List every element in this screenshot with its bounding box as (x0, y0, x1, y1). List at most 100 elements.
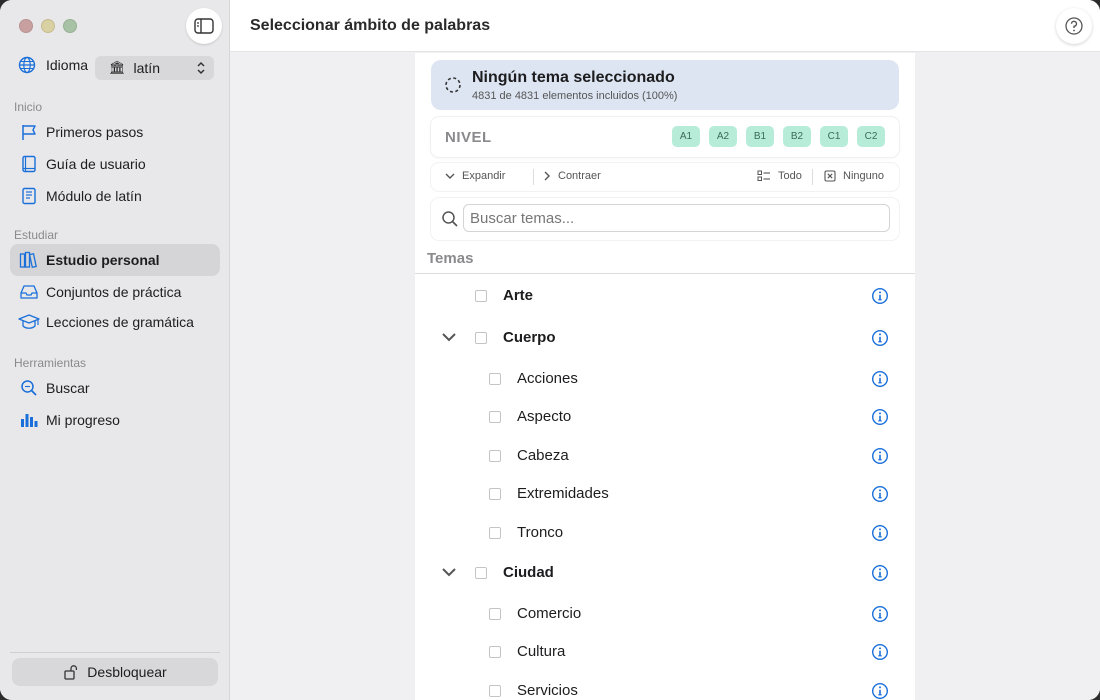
select-none-button[interactable]: Ninguno (824, 170, 884, 182)
zoom-window-button[interactable] (63, 19, 77, 33)
sidebar-item-primeros-pasos[interactable]: Primeros pasos (10, 116, 220, 148)
info-button[interactable] (871, 682, 889, 700)
sidebar-item-conjuntos-de-practica[interactable]: Conjuntos de práctica (10, 276, 220, 308)
level-badges: A1 A2 B1 B2 C1 C2 (672, 126, 885, 147)
info-icon (871, 682, 889, 700)
topic-label: Comercio (517, 605, 582, 622)
info-button[interactable] (871, 447, 889, 465)
info-icon (871, 485, 889, 503)
topic-row-extremidades[interactable]: Extremidades (415, 475, 915, 513)
sidebar-item-estudio-personal[interactable]: Estudio personal (10, 244, 220, 276)
level-badge-c1[interactable]: C1 (820, 126, 848, 147)
language-label: Idioma (46, 57, 89, 73)
sidebar-item-label: Módulo de latín (46, 188, 142, 204)
section-label-herramientas: Herramientas (14, 356, 87, 370)
sidebar-item-label: Buscar (46, 380, 90, 396)
level-badge-b1[interactable]: B1 (746, 126, 774, 147)
level-badge-b2[interactable]: B2 (783, 126, 811, 147)
info-button[interactable] (871, 408, 889, 426)
topic-checkbox[interactable] (489, 411, 501, 423)
topic-checkbox[interactable] (489, 373, 501, 385)
info-button[interactable] (871, 564, 889, 582)
topic-checkbox[interactable] (489, 646, 501, 658)
topic-row-comercio[interactable]: Comercio (415, 595, 915, 633)
info-icon (871, 564, 889, 582)
topic-checkbox[interactable] (489, 527, 501, 539)
sidebar-item-label: Guía de usuario (46, 156, 146, 172)
sidebar-item-modulo-de-latin[interactable]: Módulo de latín (10, 180, 220, 212)
topic-label: Tronco (517, 524, 564, 541)
level-badge-a2[interactable]: A2 (709, 126, 737, 147)
info-button[interactable] (871, 287, 889, 305)
sidebar-toggle-button[interactable] (186, 8, 222, 44)
level-badge-c2[interactable]: C2 (857, 126, 885, 147)
topic-row-aspecto[interactable]: Aspecto (415, 398, 915, 436)
info-button[interactable] (871, 485, 889, 503)
status-title: Ningún tema seleccionado (472, 69, 675, 86)
topic-row-cultura[interactable]: Cultura (415, 633, 915, 671)
topic-checkbox[interactable] (489, 450, 501, 462)
topic-checkbox[interactable] (475, 567, 487, 579)
topic-label: Aspecto (517, 408, 572, 425)
help-button[interactable] (1056, 8, 1092, 44)
titlebar: Seleccionar ámbito de palabras (230, 0, 1100, 52)
sidebar-item-lecciones-de-gramatica[interactable]: Lecciones de gramática (10, 306, 220, 338)
topic-search-input[interactable] (463, 204, 890, 232)
language-select[interactable]: 🏛 latín (95, 56, 214, 80)
topic-row-cabeza[interactable]: Cabeza (415, 437, 915, 475)
info-icon (871, 408, 889, 426)
topic-row-ciudad[interactable]: Ciudad (415, 554, 915, 592)
info-icon (871, 329, 889, 347)
select-none-label: Ninguno (843, 170, 884, 182)
expand-button[interactable]: Expandir (445, 170, 505, 182)
info-button[interactable] (871, 370, 889, 388)
topic-checkbox[interactable] (489, 608, 501, 620)
sidebar-item-guia-de-usuario[interactable]: Guía de usuario (10, 148, 220, 180)
close-window-button[interactable] (19, 19, 33, 33)
topic-checkbox[interactable] (489, 685, 501, 697)
collapse-button[interactable]: Contraer (543, 170, 601, 182)
topics-header: Temas (427, 250, 474, 267)
search-icon (21, 380, 37, 396)
topic-label: Ciudad (503, 564, 554, 581)
controls-divider (533, 169, 534, 185)
unlock-button[interactable]: Desbloquear (12, 658, 218, 686)
expand-toggle[interactable] (441, 331, 457, 343)
level-badge-a1[interactable]: A1 (672, 126, 700, 147)
topic-row-servicios[interactable]: Servicios (415, 672, 915, 700)
info-button[interactable] (871, 524, 889, 542)
topic-row-tronco[interactable]: Tronco (415, 514, 915, 552)
sidebar-item-mi-progreso[interactable]: Mi progreso (10, 404, 220, 436)
info-button[interactable] (871, 605, 889, 623)
topic-checkbox[interactable] (489, 488, 501, 500)
expand-toggle[interactable] (441, 566, 457, 578)
topic-search-card (431, 198, 899, 240)
info-icon (871, 287, 889, 305)
topic-checkbox[interactable] (475, 332, 487, 344)
info-button[interactable] (871, 643, 889, 661)
page-title: Seleccionar ámbito de palabras (250, 17, 491, 34)
topic-label: Cultura (517, 643, 566, 660)
search-icon (442, 211, 458, 227)
dashed-circle-icon (445, 77, 461, 93)
globe-icon (18, 56, 36, 74)
topic-label: Cabeza (517, 447, 569, 464)
unlock-icon (64, 665, 78, 680)
level-label: NIVEL (445, 129, 492, 146)
select-all-button[interactable]: Todo (757, 170, 802, 182)
topic-row-acciones[interactable]: Acciones (415, 360, 915, 398)
library-icon (19, 251, 37, 269)
sidebar-item-buscar[interactable]: Buscar (10, 372, 220, 404)
info-button[interactable] (871, 329, 889, 347)
module-book-icon (22, 187, 36, 205)
tray-icon (20, 285, 38, 299)
temple-icon: 🏛 (109, 60, 126, 75)
topic-row-arte[interactable]: Arte (415, 277, 915, 315)
topic-row-cuerpo[interactable]: Cuerpo (415, 319, 915, 357)
minimize-window-button[interactable] (41, 19, 55, 33)
topic-checkbox[interactable] (475, 290, 487, 302)
section-label-estudiar: Estudiar (14, 228, 59, 242)
collapse-label: Contraer (558, 170, 601, 182)
sidebar-item-label: Primeros pasos (46, 124, 144, 140)
sidebar-item-label: Estudio personal (46, 252, 160, 268)
